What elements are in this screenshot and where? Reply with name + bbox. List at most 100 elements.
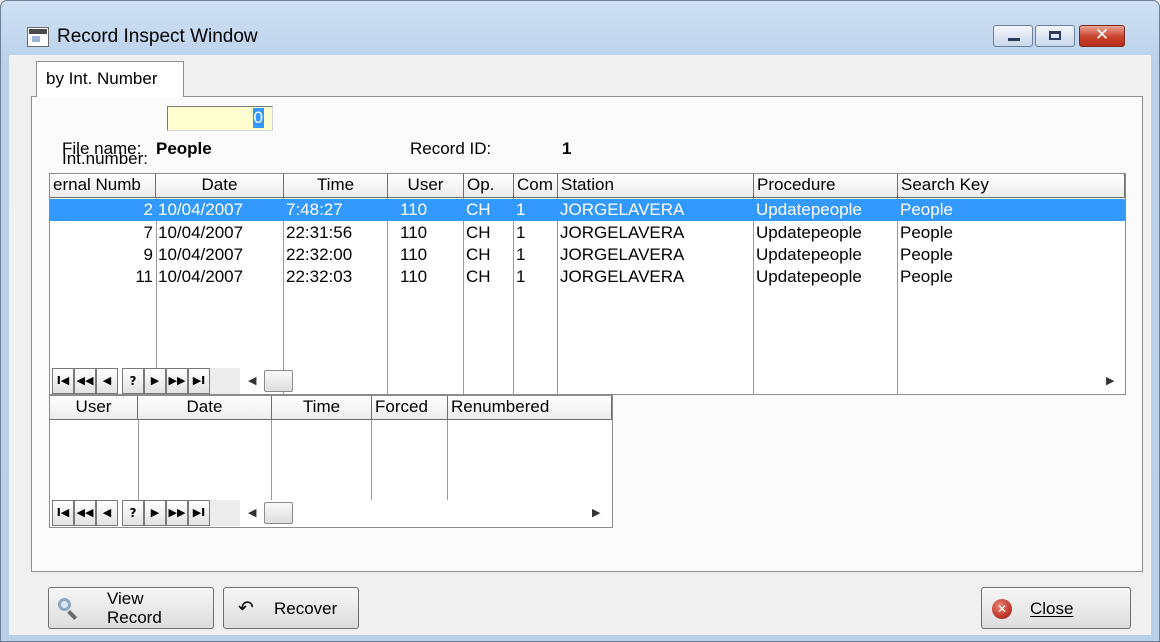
record-inspect-window: Record Inspect Window ✕ by Int. Number I… xyxy=(0,0,1160,642)
window-title: Record Inspect Window xyxy=(57,26,258,47)
history-navigator: I◀ ◀◀ ◀ ? ▶ ▶▶ ▶I ◀ ▶ xyxy=(52,368,1123,394)
view-record-label-line2: Record xyxy=(107,608,162,627)
next-record-button[interactable]: ▶ xyxy=(144,500,166,526)
cell-station: JORGELAVERA xyxy=(560,245,685,264)
view-record-label-line1: View xyxy=(107,589,144,608)
title-bar: Record Inspect Window ✕ xyxy=(1,1,1159,55)
cell-search-key: People xyxy=(900,200,953,219)
navigator-gap xyxy=(210,500,240,526)
cell-procedure: Updatepeople xyxy=(756,245,862,264)
cell-station: JORGELAVERA xyxy=(560,267,685,286)
window-close-button[interactable]: ✕ xyxy=(1079,25,1125,47)
tab-label: by Int. Number xyxy=(46,69,158,88)
record-id-label: Record ID: xyxy=(410,139,492,158)
column-header-search-key[interactable]: Search Key xyxy=(898,174,1125,198)
prev-record-button[interactable]: ◀ xyxy=(96,368,118,394)
cell-number: 11 xyxy=(135,267,153,286)
column-header-date[interactable]: Date xyxy=(156,174,284,198)
cell-time: 22:31:56 xyxy=(286,223,353,242)
last-record-button[interactable]: ▶I xyxy=(188,500,210,526)
cell-procedure: Updatepeople xyxy=(756,200,862,219)
maximize-icon xyxy=(1049,31,1061,40)
search-record-button[interactable]: ? xyxy=(122,368,144,394)
undo-icon: ↶ xyxy=(238,597,254,619)
prev-record-button[interactable]: ◀ xyxy=(96,500,118,526)
cell-station: JORGELAVERA xyxy=(560,200,685,219)
prev-page-button[interactable]: ◀◀ xyxy=(74,500,96,526)
cell-op: CH xyxy=(466,223,491,242)
view-record-button[interactable]: View Record xyxy=(48,587,214,629)
cell-time: 22:32:00 xyxy=(286,245,353,264)
window-app-icon xyxy=(27,27,49,47)
column-header-user[interactable]: User xyxy=(388,174,464,198)
cell-search-key: People xyxy=(900,245,953,264)
cell-number: 9 xyxy=(143,245,153,264)
column-header-com[interactable]: Com xyxy=(514,174,558,198)
cell-date: 10/04/2007 xyxy=(158,245,244,264)
scroll-left-arrow[interactable]: ◀ xyxy=(248,374,256,387)
minimize-button[interactable] xyxy=(993,25,1033,47)
recovery-grid[interactable]: User Date Time Forced Renumbered I◀ ◀◀ ◀… xyxy=(49,395,613,528)
scroll-left-arrow[interactable]: ◀ xyxy=(248,506,256,519)
scroll-right-arrow[interactable]: ▶ xyxy=(592,506,600,519)
column-header-internal-number[interactable]: ernal Numb xyxy=(50,174,156,198)
int-number-input[interactable]: 0 xyxy=(167,106,273,131)
table-row[interactable]: 11 10/04/2007 22:32:03 110 CH 1 JORGELAV… xyxy=(50,266,1125,288)
table-row[interactable]: 9 10/04/2007 22:32:00 110 CH 1 JORGELAVE… xyxy=(50,244,1125,266)
cell-time: 7:48:27 xyxy=(286,200,343,219)
cell-time: 22:32:03 xyxy=(286,267,353,286)
cell-user: 110 xyxy=(400,267,428,286)
minimize-icon xyxy=(1008,38,1020,41)
cell-op: CH xyxy=(466,245,491,264)
recover-label: Recover xyxy=(274,599,338,618)
column-header-renumbered[interactable]: Renumbered xyxy=(448,396,612,420)
cell-date: 10/04/2007 xyxy=(158,200,244,219)
cell-op: CH xyxy=(466,267,491,286)
cell-procedure: Updatepeople xyxy=(756,223,862,242)
window-client-area: by Int. Number Int.number: 0 File name: … xyxy=(9,55,1151,635)
cell-date: 10/04/2007 xyxy=(158,267,244,286)
search-record-button[interactable]: ? xyxy=(122,500,144,526)
next-page-button[interactable]: ▶▶ xyxy=(166,368,188,394)
cell-user: 110 xyxy=(400,200,428,219)
column-header-user[interactable]: User xyxy=(50,396,138,420)
magnifier-icon xyxy=(57,597,79,619)
first-record-button[interactable]: I◀ xyxy=(52,368,74,394)
recover-button[interactable]: ↶ Recover xyxy=(223,587,359,629)
horizontal-scroll-thumb[interactable] xyxy=(264,370,293,392)
cell-user: 110 xyxy=(400,223,428,242)
first-record-button[interactable]: I◀ xyxy=(52,500,74,526)
column-header-op[interactable]: Op. xyxy=(464,174,514,198)
navigator-gap xyxy=(210,368,240,394)
close-button[interactable]: ✕ Close xyxy=(981,587,1131,629)
maximize-button[interactable] xyxy=(1035,25,1075,47)
recovery-navigator: I◀ ◀◀ ◀ ? ▶ ▶▶ ▶I ◀ ▶ xyxy=(52,500,610,526)
next-page-button[interactable]: ▶▶ xyxy=(166,500,188,526)
file-name-value: People xyxy=(156,139,212,158)
table-row[interactable]: 2 10/04/2007 7:48:27 110 CH 1 JORGELAVER… xyxy=(50,199,1125,221)
cell-number: 7 xyxy=(143,223,153,242)
table-row[interactable]: 7 10/04/2007 22:31:56 110 CH 1 JORGELAVE… xyxy=(50,222,1125,244)
horizontal-scroll-thumb[interactable] xyxy=(264,502,293,524)
history-grid[interactable]: ernal Numb Date Time User Op. Com Statio… xyxy=(49,173,1126,395)
tab-by-int-number[interactable]: by Int. Number xyxy=(36,61,184,97)
scroll-right-arrow[interactable]: ▶ xyxy=(1106,374,1114,387)
column-header-date[interactable]: Date xyxy=(138,396,272,420)
close-icon: ✕ xyxy=(1094,25,1110,45)
column-header-station[interactable]: Station xyxy=(558,174,754,198)
last-record-button[interactable]: ▶I xyxy=(188,368,210,394)
cell-com: 1 xyxy=(516,267,526,286)
cell-op: CH xyxy=(466,200,491,219)
cell-com: 1 xyxy=(516,200,526,219)
prev-page-button[interactable]: ◀◀ xyxy=(74,368,96,394)
cell-date: 10/04/2007 xyxy=(158,223,244,242)
column-header-time[interactable]: Time xyxy=(272,396,372,420)
column-divider xyxy=(138,420,139,500)
column-divider xyxy=(371,420,372,500)
next-record-button[interactable]: ▶ xyxy=(144,368,166,394)
column-header-time[interactable]: Time xyxy=(284,174,388,198)
cell-search-key: People xyxy=(900,267,953,286)
column-header-forced[interactable]: Forced xyxy=(372,396,448,420)
column-header-procedure[interactable]: Procedure xyxy=(754,174,898,198)
file-name-label: File name: xyxy=(62,139,142,158)
